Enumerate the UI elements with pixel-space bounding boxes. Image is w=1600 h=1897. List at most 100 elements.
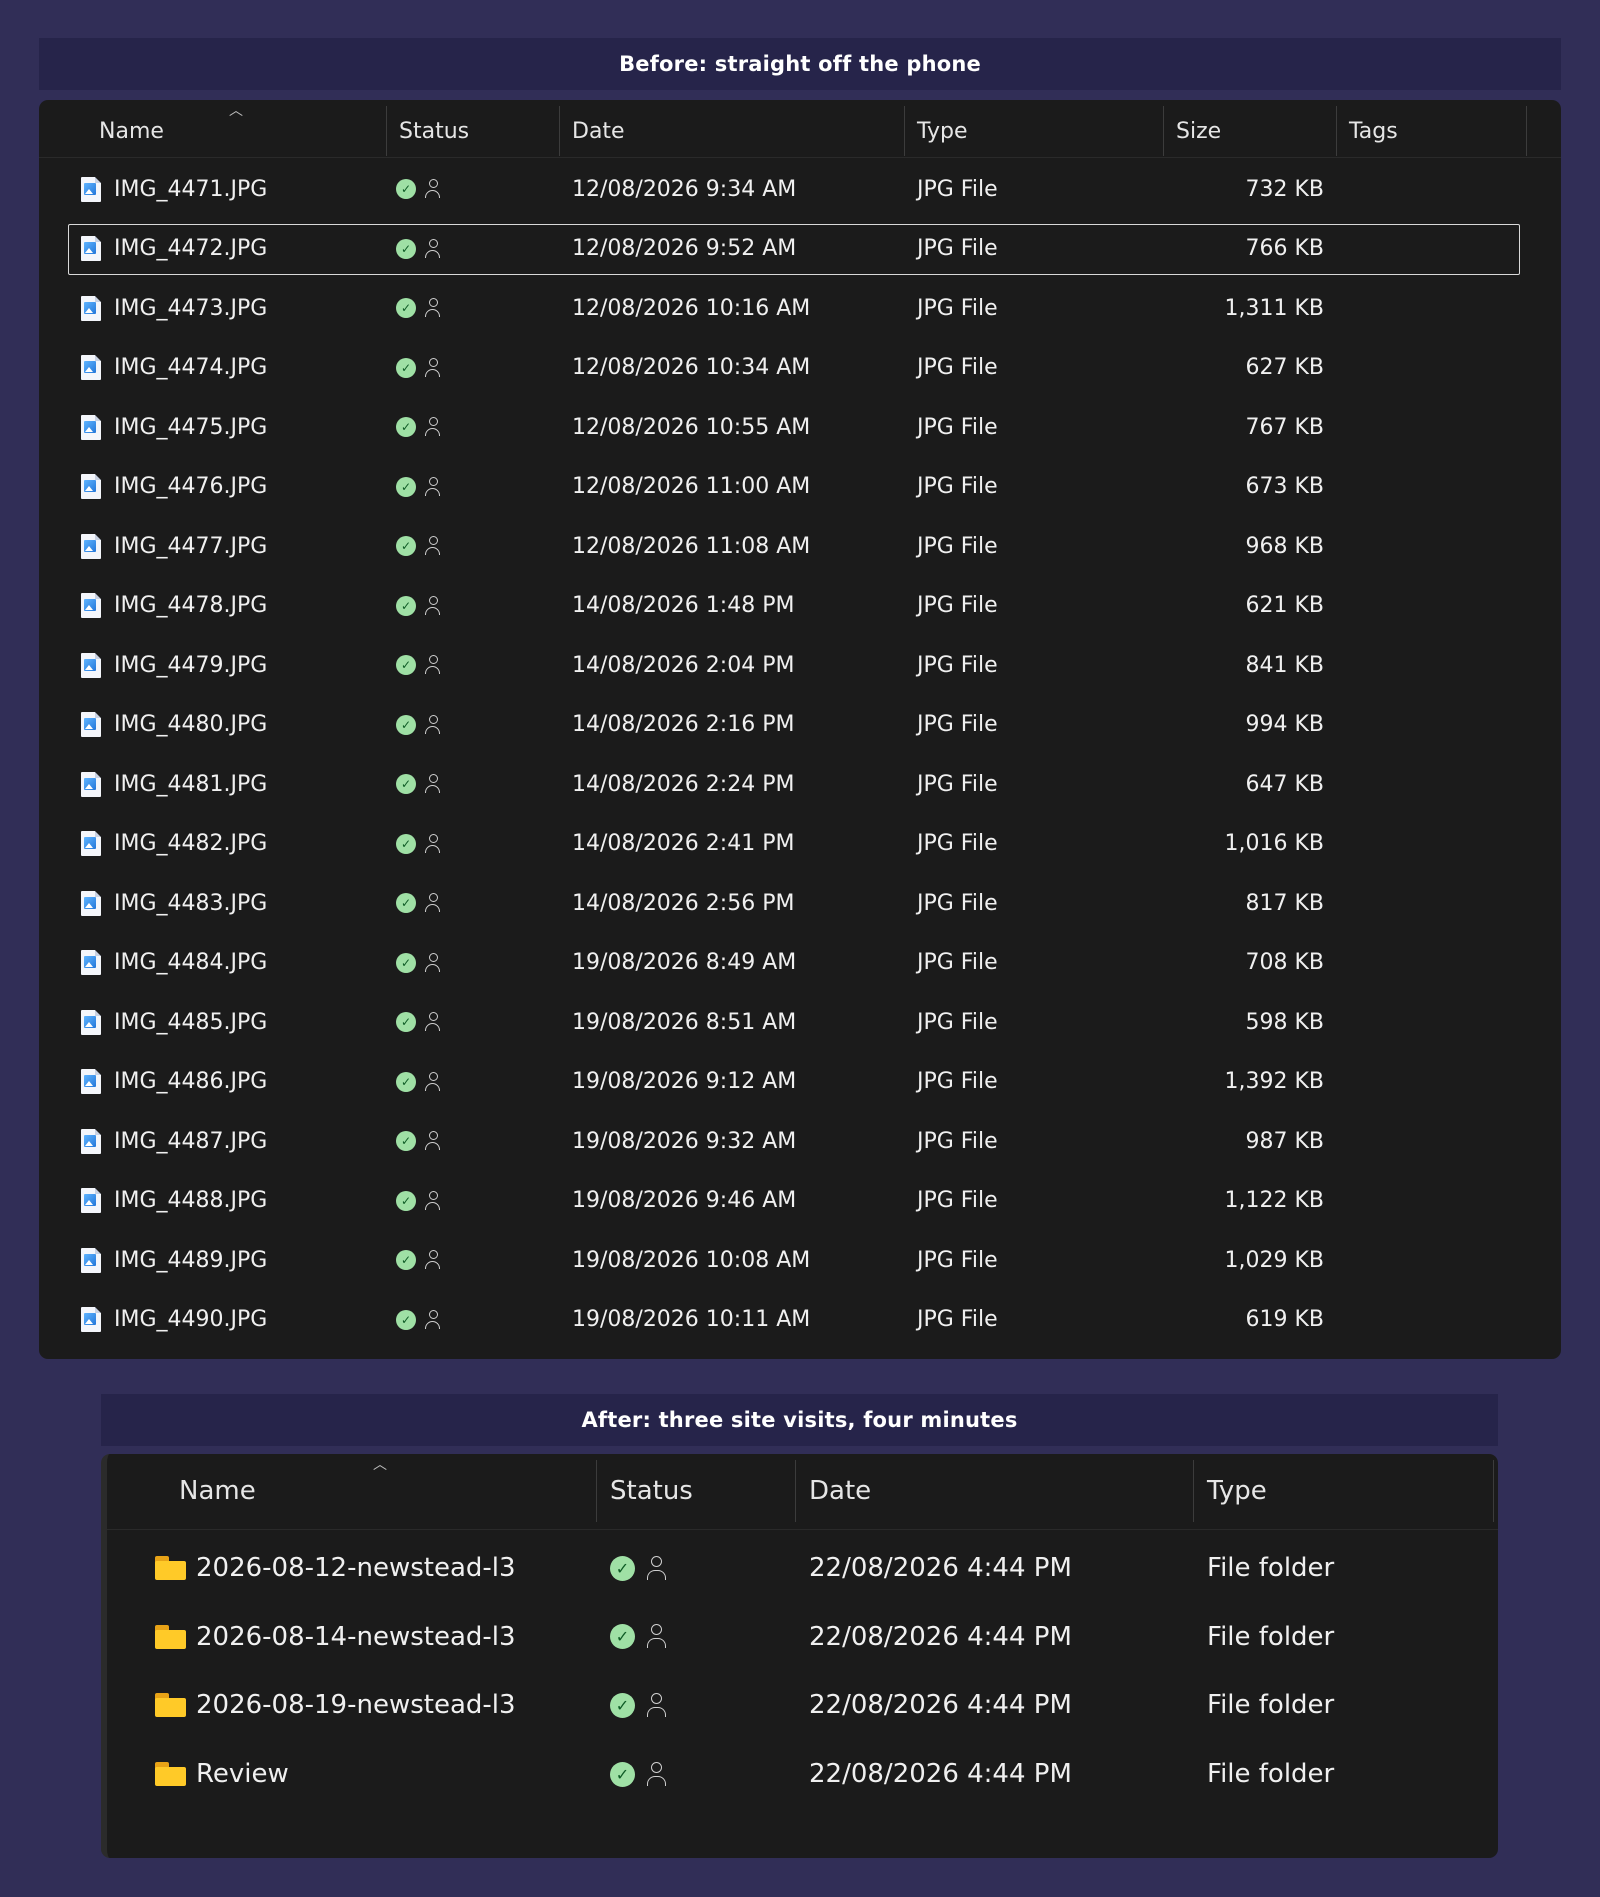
jpg-file-icon	[81, 771, 101, 797]
file-row[interactable]: IMG_4473.JPG ✓ 12/08/2026 10:16 AM JPG File…	[39, 284, 1561, 332]
folder-icon	[155, 1556, 186, 1580]
jpg-file-icon	[81, 1009, 101, 1035]
folder-row[interactable]: 2026-08-19-newstead-l3 ✓ 22/08/2026 4:44 P…	[107, 1679, 1498, 1731]
file-row[interactable]: IMG_4480.JPG ✓ 14/08/2026 2:16 PM JPG File 9…	[39, 701, 1561, 749]
file-date: 14/08/2026 2:24 PM	[572, 771, 795, 797]
file-date: 14/08/2026 2:41 PM	[572, 831, 795, 856]
synced-check-icon: ✓	[610, 1555, 635, 1581]
column-header-type[interactable]: Type	[905, 106, 1164, 156]
file-name-cell: IMG_4488.JPG	[39, 1177, 379, 1225]
person-icon	[423, 893, 443, 913]
file-name-cell: IMG_4486.JPG	[39, 1058, 379, 1106]
status-cell: ✓	[396, 1236, 556, 1284]
file-row[interactable]: IMG_4484.JPG ✓ 19/08/2026 8:49 AM JPG File 7…	[39, 939, 1561, 987]
column-header-name[interactable]: Name	[107, 1460, 597, 1522]
folder-name: Review	[196, 1759, 289, 1790]
file-size: 1,029 KB	[1224, 1247, 1325, 1273]
folder-name-cell: 2026-08-14-newstead-l3	[107, 1611, 587, 1663]
person-icon	[423, 1190, 443, 1211]
jpg-file-icon	[81, 414, 101, 440]
file-row[interactable]: IMG_4471.JPG ✓ 12/08/2026 9:34 AM JPG File 7…	[39, 165, 1561, 213]
status-cell: ✓	[610, 1611, 790, 1663]
file-size: 673 KB	[1245, 474, 1324, 499]
folder-type: File folder	[1207, 1759, 1335, 1790]
file-name-cell: IMG_4482.JPG	[39, 820, 379, 868]
file-size: 968 KB	[1245, 533, 1324, 559]
column-header-size[interactable]: Size	[1164, 106, 1337, 156]
folder-row[interactable]: 2026-08-14-newstead-l3 ✓ 22/08/2026 4:44 P…	[107, 1611, 1498, 1663]
column-header-date[interactable]: Date	[796, 1460, 1194, 1522]
column-header-type[interactable]: Type	[1194, 1460, 1494, 1522]
file-date: 12/08/2026 9:52 AM	[572, 236, 797, 261]
after-banner-label: After: three site visits, four minutes	[581, 1408, 1018, 1432]
file-name: IMG_4476.JPG	[114, 474, 268, 499]
file-name-cell: IMG_4472.JPG	[39, 225, 379, 273]
column-header-status[interactable]: Status	[387, 106, 560, 156]
file-name: IMG_4477.JPG	[114, 533, 268, 559]
file-date: 12/08/2026 11:00 AM	[572, 474, 811, 499]
synced-check-icon: ✓	[396, 833, 416, 854]
person-icon	[423, 1012, 443, 1032]
file-name: IMG_4483.JPG	[114, 890, 268, 916]
file-type: JPG File	[917, 176, 998, 202]
file-type: JPG File	[917, 1009, 998, 1035]
status-cell: ✓	[610, 1748, 790, 1800]
jpg-file-icon	[81, 712, 101, 737]
folder-name: 2026-08-19-newstead-l3	[196, 1690, 516, 1721]
file-row[interactable]: IMG_4490.JPG ✓ 19/08/2026 10:11 AM JPG File…	[39, 1296, 1561, 1344]
file-row[interactable]: IMG_4487.JPG ✓ 19/08/2026 9:32 AM JPG File 9…	[39, 1117, 1561, 1165]
column-header-name[interactable]: Name	[39, 106, 387, 156]
file-row[interactable]: IMG_4472.JPG ✓ 12/08/2026 9:52 AM JPG File 7…	[39, 223, 1561, 275]
file-date: 19/08/2026 8:49 AM	[572, 950, 797, 975]
column-header-tags[interactable]: Tags	[1337, 106, 1527, 156]
jpg-file-icon	[81, 890, 101, 916]
folder-row[interactable]: 2026-08-12-newstead-l3 ✓ 22/08/2026 4:44 P…	[107, 1542, 1498, 1594]
person-icon	[423, 1131, 443, 1151]
file-row[interactable]: IMG_4478.JPG ✓ 14/08/2026 1:48 PM JPG File 6…	[39, 582, 1561, 630]
after-column-header: ︿ Name Status Date Type	[107, 1454, 1498, 1530]
synced-check-icon: ✓	[396, 179, 416, 199]
status-cell: ✓	[396, 939, 556, 987]
file-size: 987 KB	[1245, 1128, 1324, 1154]
file-row[interactable]: IMG_4481.JPG ✓ 14/08/2026 2:24 PM JPG File 6…	[39, 760, 1561, 808]
jpg-file-icon	[81, 1128, 101, 1154]
file-row[interactable]: IMG_4474.JPG ✓ 12/08/2026 10:34 AM JPG File…	[39, 344, 1561, 392]
folder-date: 22/08/2026 4:44 PM	[809, 1690, 1072, 1721]
column-header-status[interactable]: Status	[597, 1460, 796, 1522]
column-header-status-label: Status	[610, 1476, 693, 1506]
status-cell: ✓	[396, 820, 556, 868]
synced-check-icon: ✓	[396, 1012, 416, 1032]
file-row[interactable]: IMG_4482.JPG ✓ 14/08/2026 2:41 PM JPG File 1…	[39, 820, 1561, 868]
folder-name-cell: 2026-08-19-newstead-l3	[107, 1679, 587, 1731]
file-name: IMG_4482.JPG	[114, 831, 268, 856]
file-row[interactable]: IMG_4486.JPG ✓ 19/08/2026 9:12 AM JPG File 1…	[39, 1058, 1561, 1106]
file-name: IMG_4481.JPG	[114, 771, 268, 797]
column-header-date[interactable]: Date	[560, 106, 905, 156]
file-row[interactable]: IMG_4485.JPG ✓ 19/08/2026 8:51 AM JPG File 5…	[39, 998, 1561, 1046]
folder-row[interactable]: Review ✓ 22/08/2026 4:44 PM File folder	[107, 1748, 1498, 1800]
file-type: JPG File	[917, 355, 998, 380]
synced-check-icon: ✓	[396, 1309, 416, 1330]
folder-date: 22/08/2026 4:44 PM	[809, 1759, 1072, 1790]
synced-check-icon: ✓	[610, 1761, 635, 1787]
file-row[interactable]: IMG_4477.JPG ✓ 12/08/2026 11:08 AM JPG File…	[39, 522, 1561, 570]
jpg-file-icon	[81, 831, 101, 856]
person-icon	[423, 179, 443, 199]
synced-check-icon: ✓	[396, 1190, 416, 1211]
file-row[interactable]: IMG_4489.JPG ✓ 19/08/2026 10:08 AM JPG File…	[39, 1236, 1561, 1284]
file-row[interactable]: IMG_4475.JPG ✓ 12/08/2026 10:55 AM JPG File…	[39, 403, 1561, 451]
person-icon	[423, 952, 443, 973]
folder-name-cell: Review	[107, 1748, 587, 1800]
file-row[interactable]: IMG_4488.JPG ✓ 19/08/2026 9:46 AM JPG File 1…	[39, 1177, 1561, 1225]
file-date: 19/08/2026 8:51 AM	[572, 1009, 797, 1035]
synced-check-icon: ✓	[396, 1250, 416, 1270]
file-name: IMG_4490.JPG	[114, 1307, 268, 1332]
file-row[interactable]: IMG_4483.JPG ✓ 14/08/2026 2:56 PM JPG File 8…	[39, 879, 1561, 927]
file-size: 1,122 KB	[1224, 1188, 1325, 1213]
file-name-cell: IMG_4478.JPG	[39, 582, 379, 630]
file-row[interactable]: IMG_4479.JPG ✓ 14/08/2026 2:04 PM JPG File 8…	[39, 641, 1561, 689]
file-type: JPG File	[917, 1069, 998, 1094]
file-row[interactable]: IMG_4476.JPG ✓ 12/08/2026 11:00 AM JPG File…	[39, 463, 1561, 511]
person-icon	[423, 833, 443, 854]
status-cell: ✓	[396, 1117, 556, 1165]
